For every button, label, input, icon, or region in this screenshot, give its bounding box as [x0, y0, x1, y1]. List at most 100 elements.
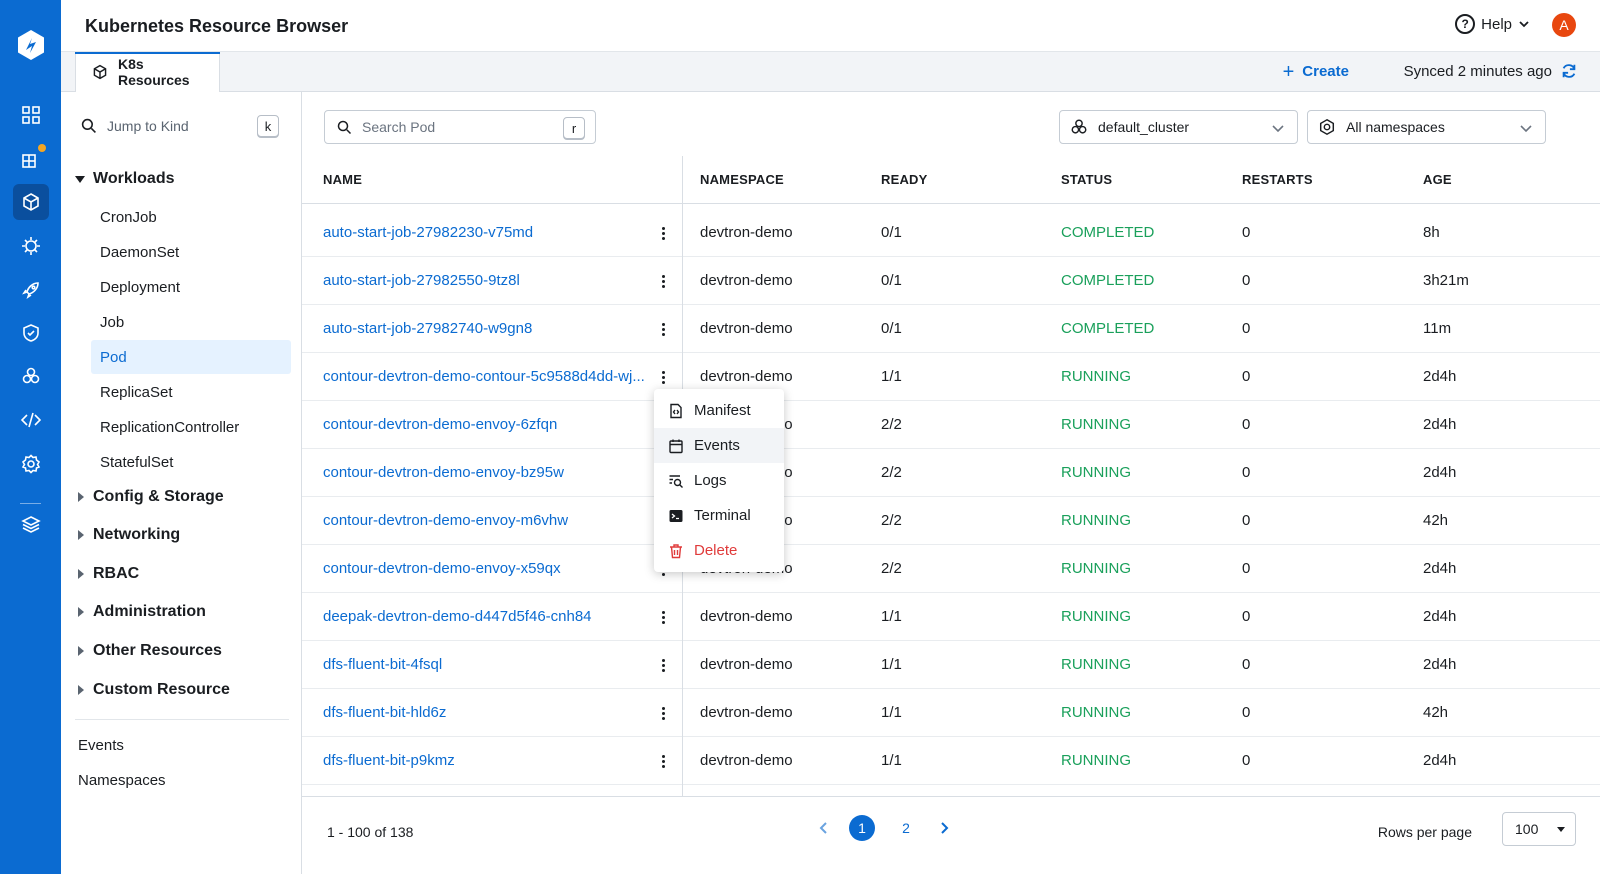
kebab-menu-icon[interactable] [658, 367, 668, 387]
pod-age: 42h [1423, 512, 1449, 529]
pod-name-link[interactable]: contour-devtron-demo-envoy-6zfqn [323, 416, 557, 433]
column-header-age[interactable]: AGE [1423, 172, 1452, 187]
kebab-menu-icon[interactable] [658, 319, 668, 339]
tab-bar: K8s Resources + Create Synced 2 minutes … [61, 52, 1600, 92]
column-header-namespace[interactable]: NAMESPACE [700, 172, 784, 187]
sidebar-item-job[interactable]: Job [91, 305, 291, 339]
avatar[interactable]: A [1552, 13, 1576, 37]
code-nav-icon[interactable] [13, 402, 49, 438]
pod-age: 2d4h [1423, 464, 1457, 481]
pod-name-link[interactable]: auto-start-job-27982550-9tz8l [323, 272, 520, 289]
rocket-nav-icon[interactable] [13, 272, 49, 308]
pod-name-link[interactable]: deepak-devtron-demo-d447d5f46-cnh84 [323, 608, 592, 625]
group-config-storage[interactable]: Config & Storage [75, 488, 224, 506]
sync-status: Synced 2 minutes ago [1403, 63, 1552, 80]
sidebar-item-daemonset[interactable]: DaemonSet [91, 235, 291, 269]
column-header-ready[interactable]: READY [881, 172, 928, 187]
table-row[interactable]: contour-devtron-demo-envoy-m6vhwdevtron-… [302, 497, 1600, 545]
pod-age: 11m [1423, 320, 1452, 337]
group-other-resources[interactable]: Other Resources [75, 642, 222, 660]
sidebar-item-cronjob[interactable]: CronJob [91, 200, 291, 234]
table-row[interactable]: contour-devtron-demo-contour-5c9588d4dd-… [302, 353, 1600, 401]
pod-name-link[interactable]: dfs-fluent-bit-hld6z [323, 704, 446, 721]
jump-to-kind-search[interactable]: Jump to Kind k [81, 112, 279, 140]
kebab-menu-icon[interactable] [658, 703, 668, 723]
sidebar-link-namespaces[interactable]: Namespaces [78, 772, 166, 789]
kebab-menu-icon[interactable] [658, 271, 668, 291]
plus-icon: + [1282, 60, 1295, 83]
table-row[interactable]: dfs-fluent-bit-p9kmz devtron-demo 1/1 RUNNI… [302, 737, 1600, 785]
kebab-menu-icon[interactable] [658, 223, 668, 243]
rows-per-page-select[interactable]: 100 [1502, 812, 1576, 846]
chevron-left-icon[interactable] [817, 821, 831, 835]
column-header-name[interactable]: NAME [323, 172, 362, 187]
group-networking[interactable]: Networking [75, 526, 180, 544]
menu-item-delete[interactable]: Delete [654, 533, 784, 568]
tab-k8s-resources[interactable]: K8s Resources [75, 52, 220, 92]
pod-name-link[interactable]: contour-devtron-demo-envoy-bz95w [323, 464, 564, 481]
table-row[interactable]: contour-devtron-demo-envoy-6zfqndevtron-… [302, 401, 1600, 449]
menu-item-events[interactable]: Events [654, 428, 784, 463]
group-custom-resource[interactable]: Custom Resource [75, 681, 230, 699]
page-button-1[interactable]: 1 [849, 815, 875, 841]
pod-name-link[interactable]: dfs-fluent-bit-p9kmz [323, 752, 455, 769]
kebab-menu-icon[interactable] [658, 655, 668, 675]
table-row[interactable]: dfs-fluent-bit-hld6z devtron-demo 1/1 RUNNI… [302, 689, 1600, 737]
pod-name-link[interactable]: auto-start-job-27982230-v75md [323, 224, 533, 241]
group-administration[interactable]: Administration [75, 603, 206, 621]
group-workloads[interactable]: Workloads [75, 170, 175, 188]
group-rbac[interactable]: RBAC [75, 565, 139, 583]
menu-item-terminal[interactable]: Terminal [654, 498, 784, 533]
menu-item-manifest[interactable]: Manifest [654, 393, 784, 428]
pod-age: 2d4h [1423, 752, 1457, 769]
settings-nav-icon[interactable] [13, 446, 49, 482]
table-row[interactable]: auto-start-job-27982230-v75md devtron-dem… [302, 209, 1600, 257]
pod-ready: 1/1 [881, 704, 902, 721]
group-label: Networking [93, 526, 181, 543]
help-menu[interactable]: ? Help [1455, 14, 1530, 34]
bug-nav-icon[interactable] [13, 228, 49, 264]
table-row[interactable]: auto-start-job-27982550-9tz8l devtron-dem… [302, 257, 1600, 305]
pod-restarts: 0 [1242, 464, 1251, 481]
pod-status: RUNNING [1061, 752, 1131, 769]
sidebar-link-events[interactable]: Events [78, 737, 124, 754]
helm-nav-icon[interactable] [13, 358, 49, 394]
stack-nav-icon[interactable] [13, 506, 49, 542]
table-row[interactable]: contour-devtron-demo-envoy-bz95wdevtron-… [302, 449, 1600, 497]
search-placeholder: Search Pod [362, 119, 436, 135]
pod-name-link[interactable]: auto-start-job-27982740-w9gn8 [323, 320, 532, 337]
pod-restarts: 0 [1242, 512, 1251, 529]
sidebar-item-statefulset[interactable]: StatefulSet [91, 445, 291, 479]
sidebar-item-replicaset[interactable]: ReplicaSet [91, 375, 291, 409]
page-button-2[interactable]: 2 [893, 815, 919, 841]
pod-search-input[interactable]: Search Pod r [324, 110, 596, 144]
menu-item-logs[interactable]: Logs [654, 463, 784, 498]
namespace-select[interactable]: All namespaces [1307, 110, 1546, 144]
table-row[interactable]: auto-start-job-27982740-w9gn8 devtron-dem… [302, 305, 1600, 353]
pod-status: COMPLETED [1061, 272, 1155, 289]
column-header-status[interactable]: STATUS [1061, 172, 1112, 187]
pod-name-link[interactable]: contour-devtron-demo-contour-5c9588d4dd-… [323, 368, 645, 385]
sidebar-item-replicationcontroller[interactable]: ReplicationController [91, 410, 291, 444]
column-header-restarts[interactable]: RESTARTS [1242, 172, 1313, 187]
chevron-right-icon[interactable] [937, 821, 951, 835]
create-button[interactable]: + Create [1282, 60, 1349, 83]
overview-nav-icon[interactable] [13, 97, 49, 133]
cluster-select[interactable]: default_cluster [1059, 110, 1298, 144]
pod-name-link[interactable]: contour-devtron-demo-envoy-x59qx [323, 560, 561, 577]
sidebar-item-deployment[interactable]: Deployment [91, 270, 291, 304]
devtron-logo[interactable] [14, 28, 48, 62]
sidebar-item-pod[interactable]: Pod [91, 340, 291, 374]
table-row[interactable]: dfs-fluent-bit-4fsql devtron-demo 1/1 RUNNI… [302, 641, 1600, 689]
kebab-menu-icon[interactable] [658, 751, 668, 771]
caret-right-icon [78, 492, 84, 502]
resource-browser-nav-icon[interactable] [13, 184, 49, 220]
security-nav-icon[interactable] [13, 315, 49, 351]
apps-nav-icon[interactable] [13, 141, 49, 177]
table-row[interactable]: deepak-devtron-demo-d447d5f46-cnh84 devtr… [302, 593, 1600, 641]
pod-name-link[interactable]: contour-devtron-demo-envoy-m6vhw [323, 512, 568, 529]
kebab-menu-icon[interactable] [658, 607, 668, 627]
table-row[interactable]: contour-devtron-demo-envoy-x59qxdevtron-… [302, 545, 1600, 593]
refresh-icon[interactable] [1560, 62, 1578, 80]
pod-name-link[interactable]: dfs-fluent-bit-4fsql [323, 656, 442, 673]
